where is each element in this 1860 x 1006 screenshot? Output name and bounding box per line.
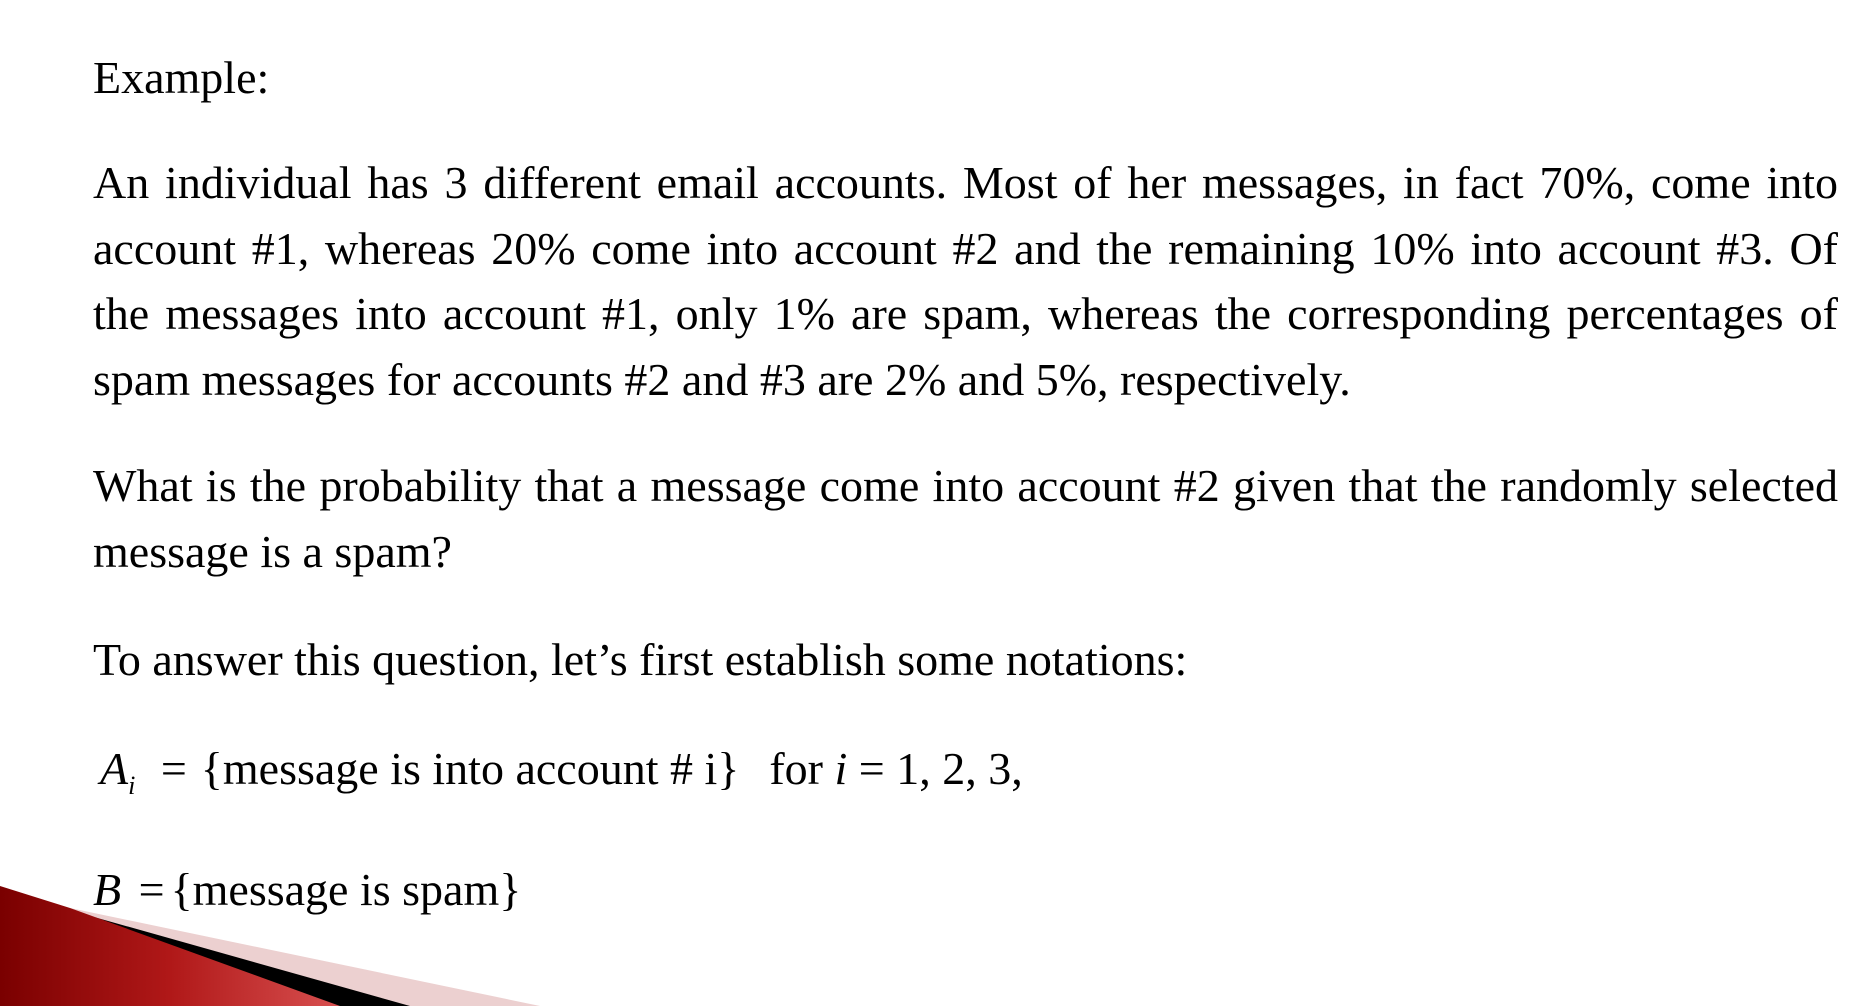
problem-statement: An individual has 3 different email acco… bbox=[93, 157, 1838, 405]
slide: Example: An individual has 3 different e… bbox=[0, 0, 1860, 1006]
decoration-red-wedge bbox=[0, 886, 340, 1006]
slide-heading: Example: bbox=[93, 52, 270, 103]
formula-a-qualifier-values: = 1, 2, 3, bbox=[858, 743, 1023, 794]
notation-intro: To answer this question, let’s first est… bbox=[93, 634, 1188, 685]
slide-corner-decoration bbox=[0, 886, 540, 1006]
formula-a-symbol: A bbox=[100, 743, 129, 794]
question-text: What is the probability that a message c… bbox=[93, 460, 1838, 577]
formula-a-equals: = bbox=[160, 743, 187, 794]
formula-a-qualifier-var: i bbox=[834, 743, 848, 794]
formula-a-i: Ai = {message is into account # i} for i =… bbox=[100, 741, 1023, 814]
formula-a-set: {message is into account # i} bbox=[200, 743, 740, 794]
formula-a-subscript: i bbox=[128, 771, 136, 800]
formula-a-for: for bbox=[769, 743, 823, 794]
